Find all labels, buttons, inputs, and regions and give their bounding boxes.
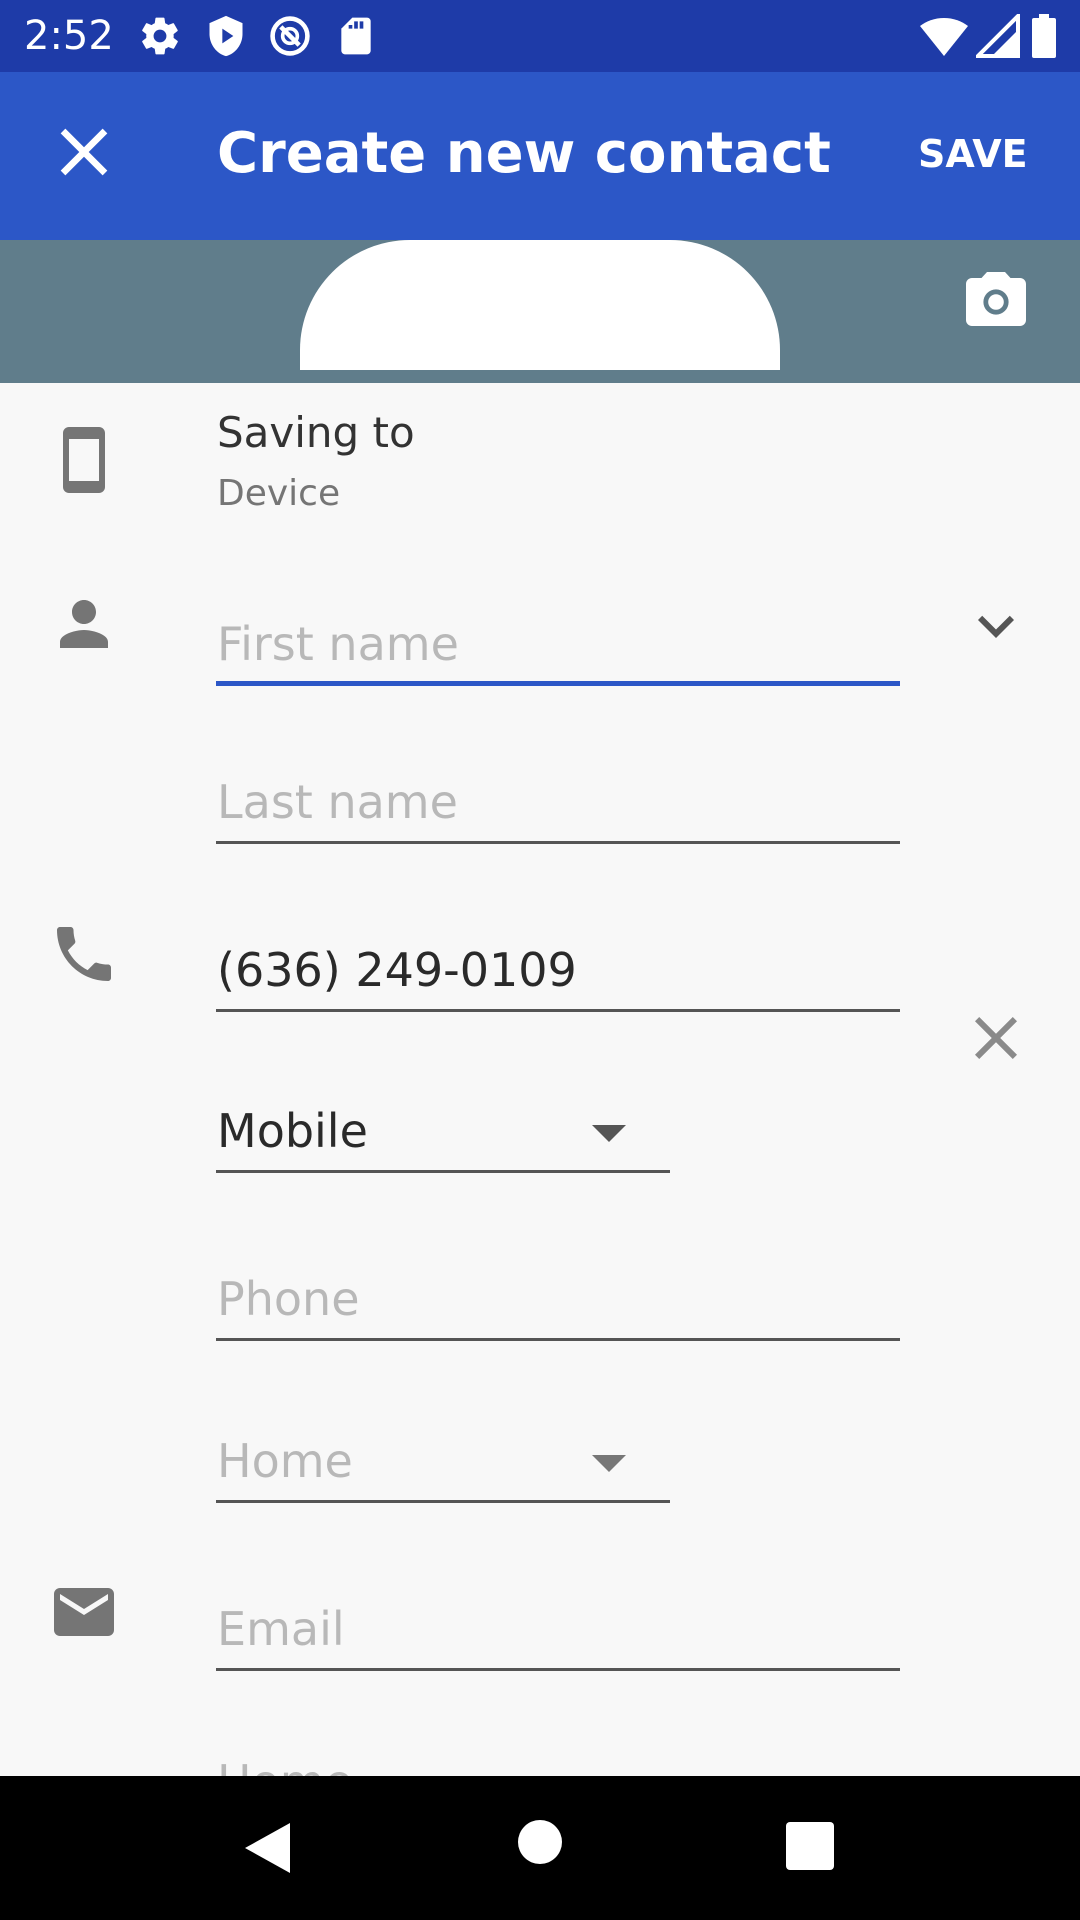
last-name-placeholder: Last name [217,775,458,829]
phone-device-icon [48,424,120,496]
cell-signal-icon [973,11,1020,62]
navigation-bar [0,1776,1080,1920]
first-name-field[interactable]: First name [216,610,900,686]
new-phone-type-dropdown[interactable]: Home [216,1427,670,1503]
contact-photo-placeholder[interactable] [300,240,780,370]
close-icon [44,128,124,196]
phone-type-value: Mobile [217,1104,368,1158]
camera-button[interactable] [960,266,1032,338]
no-sync-icon [268,14,312,62]
shield-play-icon [204,14,248,62]
chevron-down-icon[interactable] [960,590,1032,662]
phone-type-dropdown[interactable]: Mobile [216,1097,670,1173]
dropdown-arrow-icon [592,1125,626,1142]
app-bar: Create new contact SAVE [0,72,1080,240]
email-field[interactable]: Email [216,1595,900,1671]
email-placeholder: Email [217,1602,345,1656]
status-time: 2:52 [24,13,114,59]
email-icon [48,1576,120,1648]
new-phone-placeholder: Phone [217,1272,360,1326]
saving-to-label[interactable]: Saving to [217,408,415,458]
remove-phone-icon[interactable] [960,1002,1032,1074]
photo-header [0,240,1080,383]
first-name-placeholder: First name [217,617,459,671]
back-icon[interactable] [240,1818,300,1882]
camera-icon [960,272,1032,342]
page-title: Create new contact [217,121,831,186]
recents-icon[interactable] [786,1822,834,1874]
new-phone-field[interactable]: Phone [216,1265,900,1341]
save-button[interactable]: SAVE [918,132,1028,176]
close-button[interactable] [44,112,124,192]
phone-icon [48,918,120,990]
person-icon [48,588,120,660]
sd-card-icon [334,14,378,62]
gear-icon [138,14,182,62]
battery-icon [1030,14,1058,62]
status-bar: 2:52 [0,0,1080,72]
home-icon[interactable] [518,1820,562,1868]
phone-number-value: (636) 249-0109 [217,943,577,997]
dropdown-arrow-icon [592,1455,626,1472]
phone-number-field[interactable]: (636) 249-0109 [216,936,900,1012]
new-phone-type-value: Home [217,1434,353,1488]
last-name-field[interactable]: Last name [216,768,900,844]
saving-to-account[interactable]: Device [217,472,340,516]
wifi-icon [920,14,968,62]
